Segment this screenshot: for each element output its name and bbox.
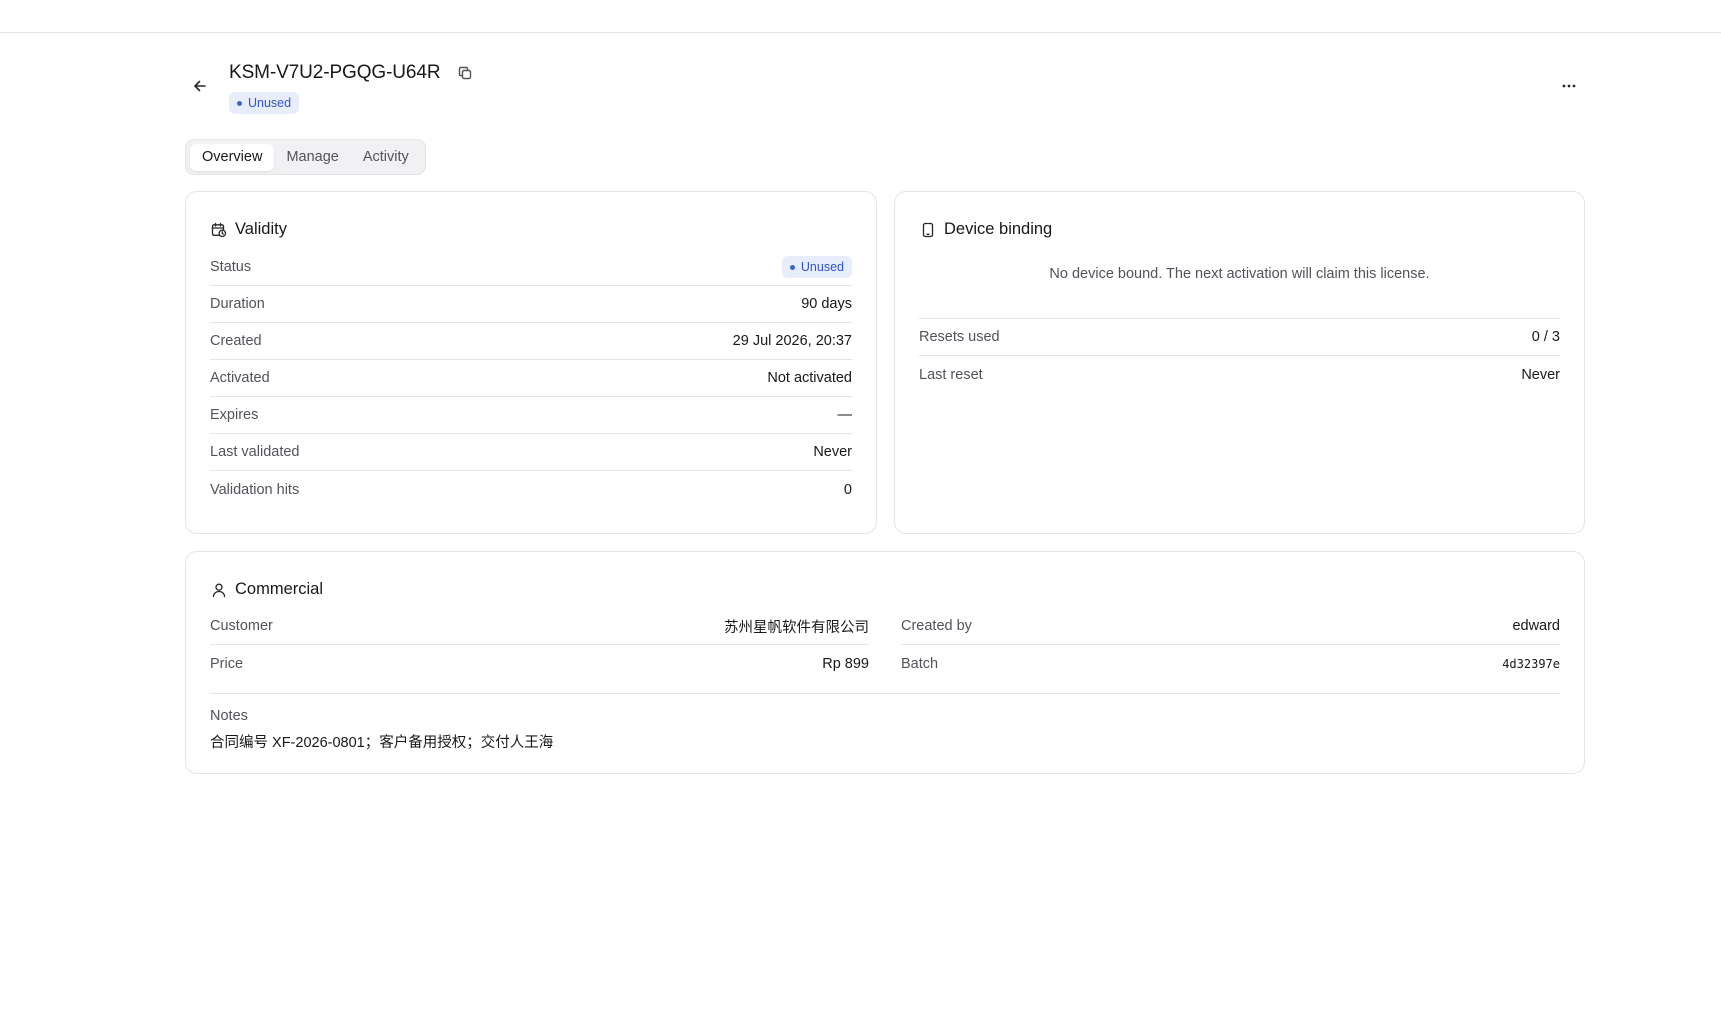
row-price: Price Rp 899 [210,645,869,682]
tab-overview[interactable]: Overview [190,143,275,171]
row-label: Validation hits [210,481,300,498]
row-value: 0 / 3 [1531,329,1560,345]
validity-card: Validity Status Unused Duration 90 days … [185,191,877,534]
notes-label: Notes [210,708,248,724]
row-last-validated: Last validated Never [210,434,852,471]
user-icon [210,581,228,599]
row-label: Last reset [919,366,983,383]
commercial-card-title: Commercial [210,580,323,599]
notes-value: 合同编号 XF-2026-0801；客户备用授权；交付人王海 [210,735,554,751]
smartphone-icon [919,221,937,239]
row-customer: Customer 苏州星帆软件有限公司 [210,608,869,645]
device-binding-card-title: Device binding [919,220,1052,239]
row-value: 0 [843,481,852,498]
commercial-grid: Customer 苏州星帆软件有限公司 Price Rp 899 Created… [210,608,1560,682]
row-status: Status Unused [210,249,852,286]
row-value: Never [1521,366,1560,383]
row-activated: Activated Not activated [210,360,852,397]
row-label: Resets used [919,329,1000,345]
top-bar [0,0,1721,33]
row-batch: Batch 4d32397e [901,645,1560,682]
row-label: Batch [901,655,939,672]
validity-title-text: Validity [235,220,287,238]
commercial-left-column: Customer 苏州星帆软件有限公司 Price Rp 899 [210,608,869,682]
row-label: Status [210,259,252,275]
back-button[interactable] [185,71,215,101]
device-binding-title-text: Device binding [944,220,1053,238]
validity-rows: Status Unused Duration 90 days Created 2… [210,249,852,508]
row-duration: Duration 90 days [210,286,852,323]
row-label: Created [210,333,262,349]
validity-card-title: Validity [210,220,287,239]
row-created: Created 29 Jul 2026, 20:37 [210,323,852,360]
page-title: KSM-V7U2-PGQG-U64R [229,62,441,83]
row-label: Activated [210,370,270,386]
row-value: 苏州星帆软件有限公司 [724,619,869,636]
page-header: KSM-V7U2-PGQG-U64R Unused [185,56,1585,122]
more-actions-button[interactable] [1553,72,1585,100]
device-binding-card: Device binding No device bound. The next… [894,191,1585,534]
row-label: Price [210,655,244,672]
tab-manage[interactable]: Manage [274,144,350,171]
row-last-reset: Last reset Never [919,356,1560,393]
status-dot [789,264,795,270]
row-created-by: Created by edward [901,608,1560,645]
notes-section: Notes 合同编号 XF-2026-0801；客户备用授权；交付人王海 [210,693,1560,752]
row-value: Not activated [767,370,852,386]
title-group: KSM-V7U2-PGQG-U64R Unused [229,60,476,114]
device-empty-message: No device bound. The next activation wil… [919,262,1560,319]
row-label: Last validated [210,444,300,460]
device-rows: Resets used 0 / 3 Last reset Never [919,319,1560,393]
row-value: 90 days [801,296,852,312]
calendar-clock-icon [210,221,228,239]
ellipsis-icon [1561,78,1577,94]
copy-icon [457,65,473,81]
status-badge: Unused [781,256,852,278]
commercial-right-column: Created by edward Batch 4d32397e [901,608,1560,682]
row-value: — [837,407,853,423]
row-expires: Expires — [210,397,852,434]
row-validation-hits: Validation hits 0 [210,471,852,508]
row-label: Duration [210,296,265,312]
row-value: edward [1512,618,1560,634]
row-label: Customer [210,618,273,634]
row-value: Rp 899 [822,655,869,672]
row-value: Never [813,444,852,460]
arrow-left-icon [192,78,208,94]
row-label: Expires [210,407,259,423]
commercial-card: Commercial Customer 苏州星帆软件有限公司 Price Rp … [185,551,1585,774]
tab-activity[interactable]: Activity [351,144,421,171]
status-badge-label: Unused [248,96,292,110]
commercial-title-text: Commercial [235,580,324,598]
status-badge-label: Unused [800,260,844,274]
row-value: 4d32397e [1502,656,1560,671]
tab-bar: Overview Manage Activity [185,139,426,175]
row-label: Created by [901,618,972,634]
row-value: 29 Jul 2026, 20:37 [732,333,852,349]
status-badge: Unused [229,92,300,114]
status-dot [237,100,242,106]
copy-button[interactable] [454,62,476,84]
row-resets-used: Resets used 0 / 3 [919,319,1560,356]
